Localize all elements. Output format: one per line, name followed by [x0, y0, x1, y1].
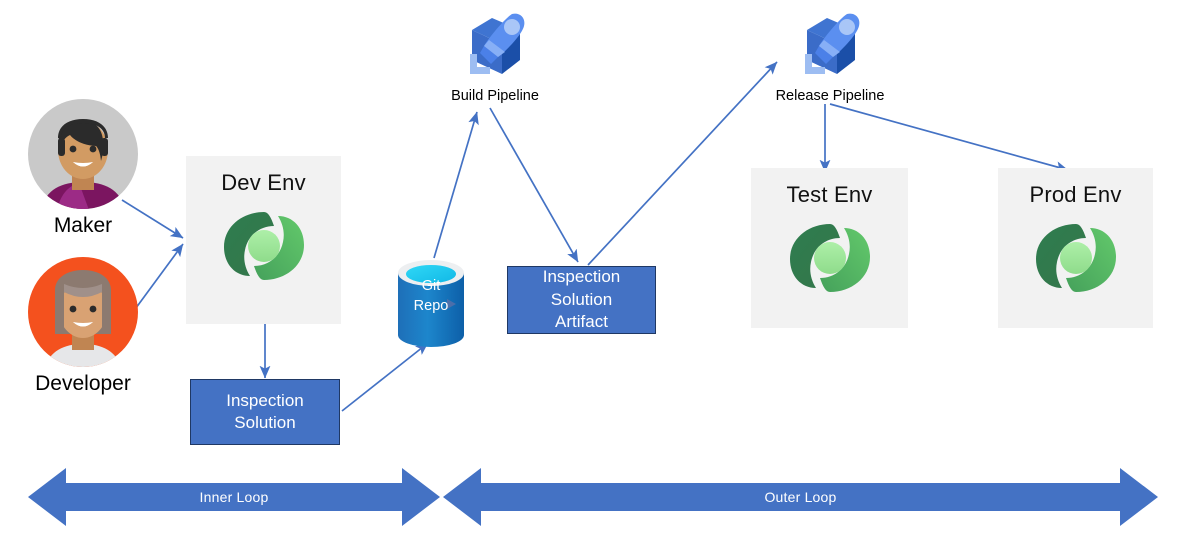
- developer-avatar-icon: [28, 257, 138, 367]
- diagram-canvas: Maker Developer Dev Env Inspection Solut…: [0, 0, 1192, 546]
- persona-maker: Maker: [24, 98, 142, 238]
- azure-pipelines-rocket-icon: [470, 13, 525, 74]
- loop-bar-outer: Outer Loop: [443, 466, 1158, 528]
- pipeline-label: Build Pipeline: [451, 88, 539, 104]
- env-title: Test Env: [786, 182, 873, 207]
- env-card-test: Test Env: [751, 168, 908, 328]
- persona-developer: Developer: [24, 256, 142, 396]
- arrow-release-pipeline-to-prod-env: [829, 103, 1069, 172]
- env-card-prod: Prod Env: [998, 168, 1153, 328]
- loop-label: Inner Loop: [199, 489, 269, 505]
- artifact-inspection-solution-artifact: Inspection Solution Artifact: [507, 266, 656, 334]
- database-cylinder-icon: [398, 260, 464, 347]
- arrow-build-pipeline-to-artifact: [489, 107, 579, 263]
- env-card-dev: Dev Env: [186, 156, 341, 324]
- pipeline-label: Release Pipeline: [775, 88, 885, 104]
- arrow-inspection-solution-to-git-repo: [341, 342, 429, 412]
- persona-label: Developer: [35, 372, 131, 395]
- loop-label: Outer Loop: [764, 489, 837, 505]
- persona-label: Maker: [53, 214, 113, 237]
- env-title: Prod Env: [1029, 182, 1122, 207]
- pipeline-build: Build Pipeline: [437, 8, 553, 104]
- arrow-git-repo-to-build-pipeline: [433, 111, 479, 259]
- artifact-line: Artifact: [555, 312, 608, 332]
- azure-pipelines-rocket-icon: [805, 13, 860, 74]
- env-title: Dev Env: [221, 170, 306, 195]
- loop-bar-inner: Inner Loop: [28, 466, 440, 528]
- power-platform-environment-icon: [1035, 224, 1116, 292]
- artifact-line: Solution: [550, 289, 613, 309]
- artifact-inspection-solution: Inspection Solution: [190, 379, 340, 445]
- maker-avatar-icon: [28, 99, 138, 209]
- power-platform-environment-icon: [789, 224, 870, 292]
- artifact-line: Inspection: [542, 267, 621, 287]
- git-repo-cylinder: Git Repo: [392, 255, 470, 353]
- artifact-line: Inspection: [226, 390, 304, 410]
- power-platform-environment-icon: [223, 212, 304, 280]
- arrow-artifact-to-release-pipeline: [587, 61, 778, 266]
- pipeline-release: Release Pipeline: [771, 8, 889, 104]
- artifact-line: Solution: [234, 413, 296, 432]
